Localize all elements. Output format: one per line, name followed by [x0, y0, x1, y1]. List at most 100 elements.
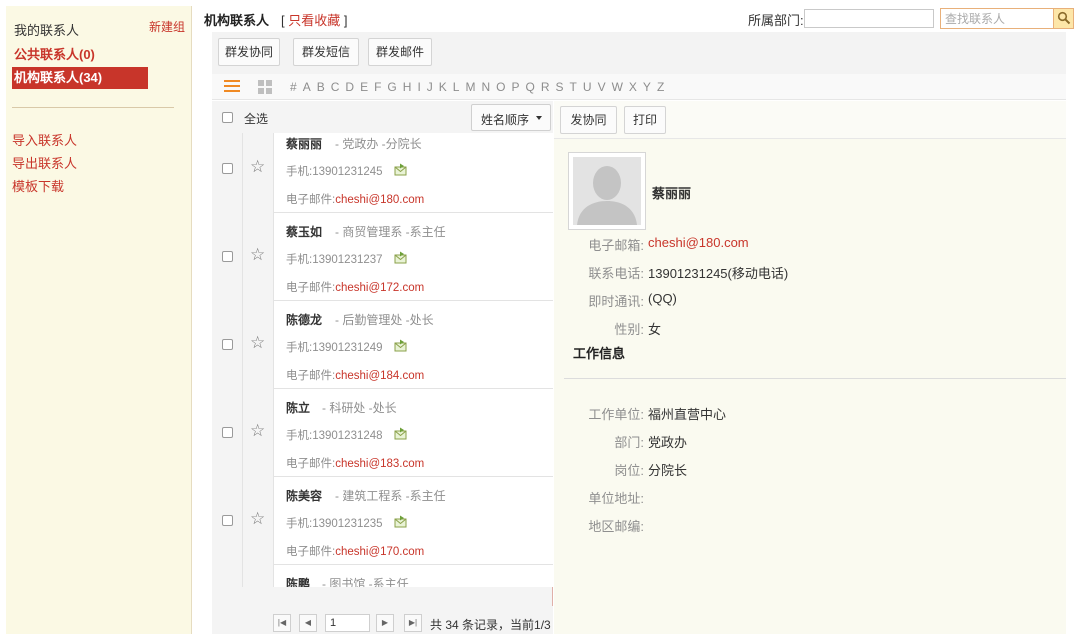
contact-row[interactable]: ☆ 陈德龙 - 后勤管理处 -处长 手机:13901231249 电子邮件:cheshi… — [212, 301, 553, 389]
alpha-letter[interactable]: D — [345, 80, 354, 94]
contact-phone: 手机:13901231245 — [286, 163, 383, 179]
alpha-letter[interactable]: X — [629, 80, 637, 94]
prev-page-button[interactable]: ◀ — [299, 614, 317, 632]
row-checkbox[interactable] — [222, 163, 233, 174]
detail-toolbar: 发协同 打印 — [554, 101, 1066, 139]
alpha-letter[interactable]: V — [598, 80, 606, 94]
group-coop-button[interactable]: 群发协同 — [218, 38, 280, 66]
star-favorite-icon[interactable]: ☆ — [250, 246, 265, 263]
alpha-letter[interactable]: J — [427, 80, 433, 94]
email-link[interactable]: cheshi@184.com — [335, 370, 424, 382]
field-label: 即时通讯: — [588, 294, 644, 309]
email-link[interactable]: cheshi@183.com — [335, 458, 424, 470]
field-value: 女 — [648, 322, 662, 337]
alpha-letter[interactable]: A — [303, 80, 311, 94]
alpha-letter[interactable]: U — [583, 80, 592, 94]
email-prefix: 电子邮件: — [286, 282, 336, 294]
sort-order-label: 姓名顺序 — [481, 113, 530, 127]
email-link[interactable]: cheshi@180.com — [648, 235, 749, 250]
alpha-letter[interactable]: G — [387, 80, 396, 94]
row-checkbox[interactable] — [222, 515, 233, 526]
select-all-label: 全选 — [244, 112, 269, 126]
favorites-only-link[interactable]: 只看收藏 — [288, 13, 340, 28]
import-contacts-link[interactable]: 导入联系人 — [12, 130, 77, 149]
alpha-letter[interactable]: C — [331, 80, 340, 94]
field-postcode: 地区邮编: — [554, 516, 1066, 536]
email-link[interactable]: cheshi@170.com — [335, 546, 424, 558]
row-checkbox[interactable] — [222, 251, 233, 262]
alpha-letter[interactable]: F — [374, 80, 381, 94]
star-favorite-icon[interactable]: ☆ — [250, 510, 265, 527]
send-coop-button[interactable]: 发协同 — [560, 106, 617, 134]
email-link[interactable]: cheshi@180.com — [335, 194, 424, 206]
alpha-letter[interactable]: Q — [526, 80, 535, 94]
send-sms-icon[interactable] — [394, 515, 407, 528]
contact-email: 电子邮件:cheshi@180.com — [286, 191, 424, 207]
phone-number: 13901231235 — [312, 518, 383, 530]
row-checkbox[interactable] — [222, 339, 233, 350]
department-input[interactable] — [804, 9, 934, 28]
page-number-input[interactable]: 1 — [325, 614, 370, 632]
alpha-letter[interactable]: Y — [643, 80, 651, 94]
email-link[interactable]: cheshi@172.com — [335, 282, 424, 294]
avatar — [568, 152, 646, 230]
alpha-letter[interactable]: T — [570, 80, 577, 94]
alpha-letter[interactable]: H — [403, 80, 412, 94]
print-button[interactable]: 打印 — [624, 106, 666, 134]
contact-search-input[interactable] — [941, 9, 1053, 28]
alpha-letter[interactable]: R — [541, 80, 550, 94]
alpha-letter[interactable]: W — [612, 80, 623, 94]
alpha-letter[interactable]: O — [496, 80, 505, 94]
new-group-link[interactable]: 新建组 — [149, 18, 185, 35]
alpha-letter[interactable]: P — [512, 80, 520, 94]
sort-order-select[interactable]: 姓名顺序 — [471, 104, 551, 131]
contact-row[interactable]: ☆ 蔡玉如 - 商贸管理系 -系主任 手机:13901231237 电子邮件:chesh… — [212, 213, 553, 301]
field-value: 分院长 — [648, 463, 688, 478]
field-label: 联系电话: — [588, 266, 644, 281]
star-favorite-icon[interactable]: ☆ — [250, 334, 265, 351]
field-position: 岗位: 分院长 — [554, 460, 1066, 480]
last-page-button[interactable]: ▶| — [404, 614, 422, 632]
alpha-letter[interactable]: E — [360, 80, 368, 94]
alpha-letter[interactable]: # — [290, 80, 297, 94]
alpha-letter[interactable]: I — [417, 80, 420, 94]
group-sms-button[interactable]: 群发短信 — [293, 38, 359, 66]
row-checkbox[interactable] — [222, 427, 233, 438]
send-sms-icon[interactable] — [394, 163, 407, 176]
export-contacts-link[interactable]: 导出联系人 — [12, 153, 77, 172]
contact-row[interactable]: ☆ 陈立 - 科研处 -处长 手机:13901231248 电子邮件:cheshi@18… — [212, 389, 553, 477]
send-sms-icon[interactable] — [394, 251, 407, 264]
star-favorite-icon[interactable]: ☆ — [250, 158, 265, 175]
field-label: 电子邮箱: — [588, 238, 644, 253]
contact-row[interactable]: ☆ 陈美容 - 建筑工程系 -系主任 手机:13901231235 电子邮件:chesh… — [212, 477, 553, 565]
alpha-letter[interactable]: B — [317, 80, 325, 94]
template-download-link[interactable]: 模板下载 — [12, 176, 64, 195]
section-divider — [564, 378, 1066, 379]
contact-row[interactable]: ☆ 蔡丽丽 - 党政办 -分院长 手机:13901231245 电子邮件:cheshi@… — [212, 133, 553, 213]
list-view-icon[interactable] — [224, 80, 240, 94]
first-page-button[interactable]: |◀ — [273, 614, 291, 632]
alpha-letter[interactable]: L — [453, 80, 460, 94]
field-value: 13901231245(移动电话) — [648, 266, 789, 281]
alpha-letter[interactable]: S — [556, 80, 564, 94]
select-all-checkbox[interactable] — [222, 112, 233, 123]
star-favorite-icon[interactable]: ☆ — [250, 422, 265, 439]
contact-name: 陈德龙 — [286, 313, 323, 327]
alpha-letter[interactable]: Z — [657, 80, 664, 94]
alpha-letter[interactable]: M — [465, 80, 475, 94]
contact-phone: 手机:13901231248 — [286, 427, 383, 443]
alpha-letter[interactable]: K — [439, 80, 447, 94]
sidebar-item-public-contacts[interactable]: 公共联系人(0) — [12, 44, 148, 66]
group-mail-button[interactable]: 群发邮件 — [368, 38, 432, 66]
contact-email: 电子邮件:cheshi@170.com — [286, 543, 424, 559]
contact-row[interactable]: ☆陈鹏- 图书馆 -系主任 — [212, 565, 553, 587]
search-button[interactable] — [1053, 9, 1073, 28]
list-header: 全选 姓名顺序 — [212, 101, 553, 133]
contact-phone: 手机:13901231235 — [286, 515, 383, 531]
grid-view-icon[interactable] — [258, 80, 273, 94]
send-sms-icon[interactable] — [394, 339, 407, 352]
sidebar-item-org-contacts[interactable]: 机构联系人(34) — [12, 67, 148, 89]
next-page-button[interactable]: ▶ — [376, 614, 394, 632]
alpha-letter[interactable]: N — [481, 80, 490, 94]
send-sms-icon[interactable] — [394, 427, 407, 440]
